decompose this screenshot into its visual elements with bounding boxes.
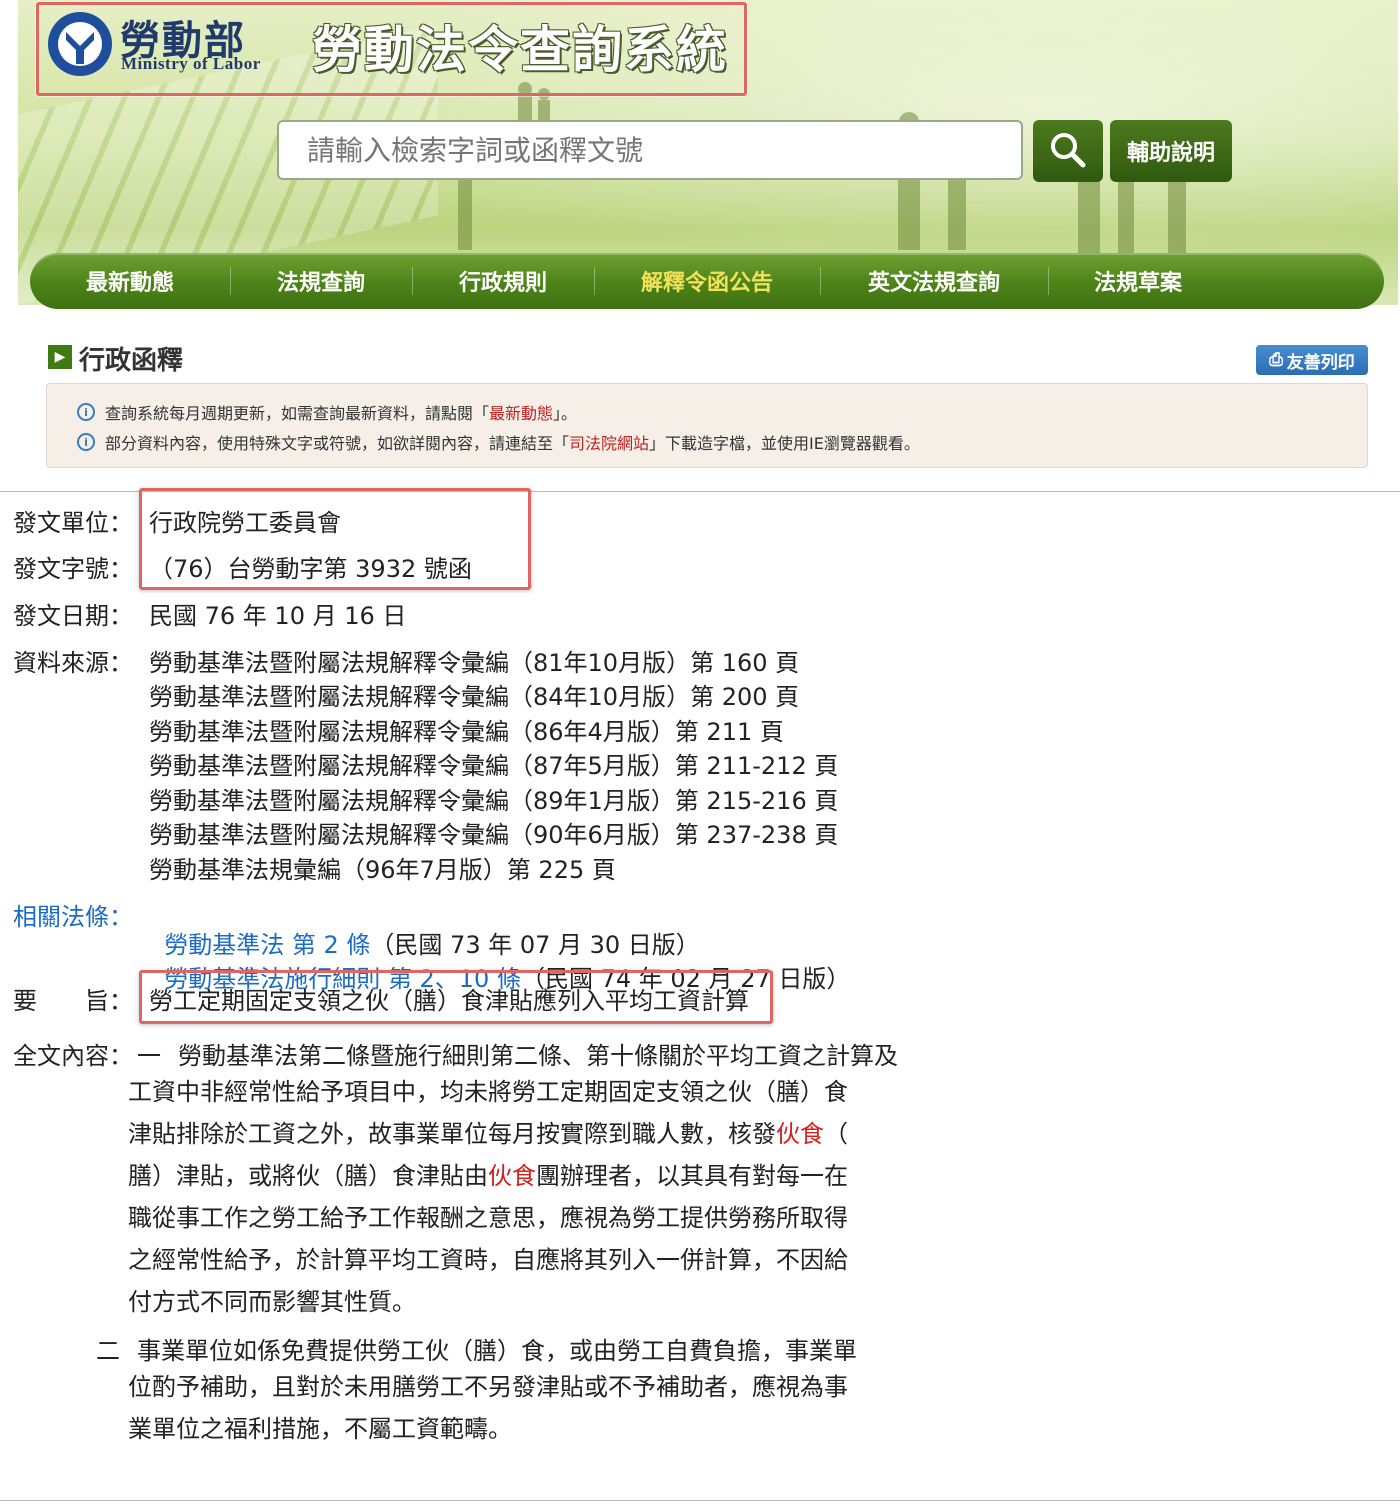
divider — [0, 1500, 1400, 1501]
keyword-highlight: 伙食 — [488, 1162, 536, 1190]
content-line: 職從事工作之勞工給予工作報酬之意思，應視為勞工提供勞務所取得 — [128, 1204, 848, 1232]
print-label: 友善列印 — [1286, 352, 1355, 373]
content-line: 勞動基準法第二條暨施行細則第二條、第十條關於平均工資之計算及 — [178, 1042, 898, 1070]
logo-text-en: Ministry of Labor — [121, 54, 261, 73]
para-number: 二 — [96, 1337, 120, 1365]
date-value: 民國 76 年 10 月 16 日 — [149, 602, 407, 630]
nav-item-draft-regulations[interactable]: 法規草案 — [1048, 253, 1228, 309]
source-line: 勞動基準法規彙編（96年7月版）第 225 頁 — [149, 856, 616, 884]
info-icon: i — [77, 403, 95, 421]
nav-item-english-regulations[interactable]: 英文法規查詢 — [820, 253, 1048, 309]
notice-line-2: i 部分資料內容，使用特殊文字或符號，如欲詳閱內容，請連結至「 司法院網站 」下載造… — [77, 427, 1367, 457]
content-line: 津貼排除於工資之外，故事業單位每月按實際到職人數，核發伙食（ — [128, 1120, 848, 1148]
source-line: 勞動基準法暨附屬法規解釋令彙編（87年5月版）第 211-212 頁 — [149, 752, 839, 780]
help-button[interactable]: 輔助說明 — [1110, 120, 1232, 182]
issuer-highlight-box — [139, 488, 531, 590]
content-paragraph-2: 位酌予補助，且對於未用膳勞工不另發津貼或不予補助者，應視為事 業單位之福利措施，… — [128, 1366, 848, 1450]
main-nav: 最新動態 法規查詢 行政規則 解釋令函公告 英文法規查詢 法規草案 — [30, 253, 1384, 309]
nav-item-admin-rules[interactable]: 行政規則 — [412, 253, 594, 309]
keyword-highlight: 伙食 — [776, 1120, 824, 1148]
source-label: 資料來源： — [13, 649, 133, 677]
content-line: 付方式不同而影響其性質。 — [128, 1288, 416, 1316]
content-line: 位酌予補助，且對於未用膳勞工不另發津貼或不予補助者，應視為事 — [128, 1373, 848, 1401]
search-input[interactable] — [277, 120, 1023, 180]
content-line: 事業單位如係免費提供勞工伙（膳）食，或由勞工自費負擔，事業單 — [137, 1337, 857, 1365]
nav-item-interpretations[interactable]: 解釋令函公告 — [594, 253, 820, 309]
issuer-label: 發文單位： — [13, 509, 133, 537]
docno-label: 發文字號： — [13, 555, 133, 583]
notice-box: i 查詢系統每月週期更新，如需查詢最新資料，請點閱「 最新動態」。 i 部分資料內… — [46, 383, 1368, 468]
printer-icon: ⎙ — [1269, 350, 1283, 370]
judicial-website-link[interactable]: 司法院網站 — [569, 430, 649, 454]
para-number: 一 — [137, 1042, 161, 1070]
content-line: 業單位之福利措施，不屬工資範疇。 — [128, 1415, 512, 1443]
source-line: 勞動基準法暨附屬法規解釋令彙編（84年10月版）第 200 頁 — [149, 683, 800, 711]
content-paragraph-1: 工資中非經常性給予項目中，均未將勞工定期固定支領之伙（膳）食 津貼排除於工資之外… — [128, 1071, 848, 1323]
section-title: 行政函釋 — [79, 346, 184, 376]
nav-item-regulations[interactable]: 法規查詢 — [230, 253, 412, 309]
latest-news-link[interactable]: 最新動態 — [489, 400, 553, 424]
related-label: 相關法條： — [13, 903, 133, 931]
source-line: 勞動基準法暨附屬法規解釋令彙編（90年6月版）第 237-238 頁 — [149, 821, 839, 849]
print-button[interactable]: ⎙ 友善列印 — [1256, 345, 1368, 375]
info-icon: i — [77, 433, 95, 451]
content-line: 膳）津貼，或將伙（膳）食津貼由伙食團辦理者，以其具有對每一在 — [128, 1162, 848, 1190]
content-line: 工資中非經常性給予項目中，均未將勞工定期固定支領之伙（膳）食 — [128, 1078, 848, 1106]
search-icon — [1051, 132, 1086, 167]
site-title: 勞動法令查詢系統 — [312, 20, 728, 79]
date-label: 發文日期： — [13, 602, 133, 630]
gist-label: 要 旨： — [13, 987, 133, 1015]
nav-item-latest-news[interactable]: 最新動態 — [30, 253, 230, 309]
source-line: 勞動基準法暨附屬法規解釋令彙編（86年4月版）第 211 頁 — [149, 718, 784, 746]
search-button[interactable] — [1033, 120, 1103, 182]
arrow-right-icon: ▶ — [48, 345, 72, 369]
content-label: 全文內容： — [13, 1042, 133, 1070]
source-line: 勞動基準法暨附屬法規解釋令彙編（89年1月版）第 215-216 頁 — [149, 787, 839, 815]
source-line: 勞動基準法暨附屬法規解釋令彙編（81年10月版）第 160 頁 — [149, 649, 800, 677]
gist-highlight-box — [139, 970, 773, 1024]
content-line: 之經常性給予，於計算平均工資時，自應將其列入一併計算，不因給 — [128, 1246, 848, 1274]
ministry-emblem-icon — [48, 12, 112, 76]
notice-line-1: i 查詢系統每月週期更新，如需查詢最新資料，請點閱「 最新動態」。 — [77, 397, 1367, 427]
